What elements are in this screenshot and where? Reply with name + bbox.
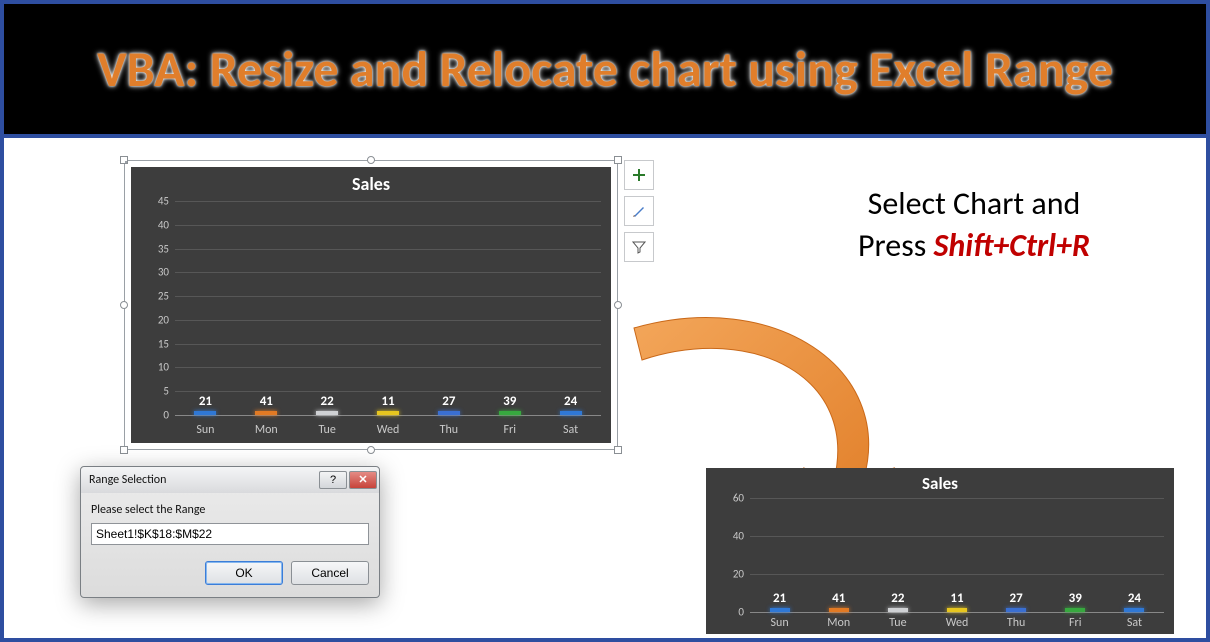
chart-styles-button[interactable] [624,196,654,226]
instruction-text: Select Chart and Press Shift+Ctrl+R [784,183,1164,266]
x-tick-label: Mon [809,616,868,630]
y-tick-label: 15 [158,337,169,350]
bar: 21 [770,608,790,612]
x-tick-label: Wed [358,423,419,437]
instruction-line2: Press Shift+Ctrl+R [784,225,1164,267]
bar-value-label: 41 [832,591,845,606]
x-tick-label: Mon [236,423,297,437]
bar-value-label: 22 [891,591,904,606]
dialog-titlebar[interactable]: Range Selection ? ✕ [81,467,379,493]
bar-value-label: 39 [503,394,516,409]
bar: 21 [194,411,216,415]
shortcut-text: Shift+Ctrl+R [933,226,1090,265]
y-tick-label: 45 [158,195,169,208]
bar: 11 [947,608,967,612]
ok-button[interactable]: OK [205,561,283,585]
bar: 11 [377,411,399,415]
x-tick-label: Thu [418,423,479,437]
resize-handle-bl[interactable] [120,446,128,454]
chart-large: Sales 0 5 10 15 20 25 30 35 40 45 21 41 22 11 27 39 24 S… [131,167,611,443]
bar: 27 [438,411,460,415]
bar: 22 [888,608,908,612]
chart-container-selected[interactable]: Sales 0 5 10 15 20 25 30 35 40 45 21 41 22 11 27 39 24 S… [124,160,618,450]
content-area: Sales 0 5 10 15 20 25 30 35 40 45 21 41 22 11 27 39 24 S… [4,138,1206,638]
plus-icon [632,168,646,182]
bar: 22 [316,411,338,415]
x-tick-label: Sun [750,616,809,630]
x-tick-label: Sun [175,423,236,437]
dialog-title: Range Selection [89,473,166,487]
bar: 39 [499,411,521,415]
y-tick-label: 20 [158,313,169,326]
page-root: VBA: Resize and Relocate chart using Exc… [0,0,1210,642]
y-tick-label: 10 [158,361,169,374]
bar: 39 [1065,608,1085,612]
chart-filters-button[interactable] [624,232,654,262]
y-tick-label: 40 [158,218,169,231]
resize-handle-t[interactable] [367,156,375,164]
bar-value-label: 39 [1069,591,1082,606]
x-tick-label: Sat [540,423,601,437]
y-tick-label: 40 [733,529,744,542]
y-tick-label: 20 [733,567,744,580]
bar: 41 [255,411,277,415]
plot-area-small: 020406021412211273924 [750,498,1164,612]
range-selection-dialog: Range Selection ? ✕ Please select the Ra… [80,466,380,598]
dialog-close-button[interactable]: ✕ [349,471,377,489]
page-title: VBA: Resize and Relocate chart using Exc… [97,42,1113,97]
dialog-prompt: Please select the Range [91,503,369,517]
x-tick-label: Wed [927,616,986,630]
x-axis-small: SunMonTueWedThuFriSat [750,616,1164,630]
bar: 41 [829,608,849,612]
y-tick-label: 30 [158,266,169,279]
y-tick-label: 0 [738,606,744,619]
bar-value-label: 24 [564,394,577,409]
x-tick-label: Tue [868,616,927,630]
chart-title-small: Sales [706,468,1174,494]
y-tick-label: 60 [733,492,744,505]
y-tick-label: 5 [163,385,169,398]
bar-value-label: 24 [1128,591,1141,606]
x-axis: SunMonTueWedThuFriSat [175,423,601,437]
resize-handle-tr[interactable] [614,156,622,164]
x-tick-label: Fri [479,423,540,437]
bar-value-label: 27 [1010,591,1023,606]
x-tick-label: Sat [1105,616,1164,630]
resize-handle-br[interactable] [614,446,622,454]
bar-value-label: 27 [442,394,455,409]
resize-handle-r[interactable] [614,301,622,309]
chart-action-buttons [624,160,654,262]
bar-value-label: 11 [381,394,394,409]
plot-area: 05101520253035404521412211273924 [175,201,601,415]
brush-icon [631,203,647,219]
x-tick-label: Fri [1046,616,1105,630]
range-input[interactable] [91,523,369,545]
y-tick-label: 0 [163,409,169,422]
bar-value-label: 11 [950,591,963,606]
resize-handle-b[interactable] [367,446,375,454]
resize-handle-tl[interactable] [120,156,128,164]
bar: 27 [1006,608,1026,612]
bar-value-label: 21 [199,394,212,409]
resize-handle-l[interactable] [120,301,128,309]
dialog-help-button[interactable]: ? [319,471,347,489]
y-tick-label: 25 [158,290,169,303]
chart-add-element-button[interactable] [624,160,654,190]
instruction-line1: Select Chart and [784,183,1164,225]
bar: 24 [1124,608,1144,612]
title-bar: VBA: Resize and Relocate chart using Exc… [4,4,1206,138]
funnel-icon [632,240,646,254]
bar-value-label: 22 [321,394,334,409]
cancel-button[interactable]: Cancel [291,561,369,585]
chart-title: Sales [131,167,611,195]
y-tick-label: 35 [158,242,169,255]
bar-value-label: 41 [260,394,273,409]
chart-small: Sales 0 20 40 60 21 41 22 11 27 39 24 SunMonTueWed… [706,468,1174,634]
bar-value-label: 21 [773,591,786,606]
x-tick-label: Thu [987,616,1046,630]
x-tick-label: Tue [297,423,358,437]
bar: 24 [560,411,582,415]
